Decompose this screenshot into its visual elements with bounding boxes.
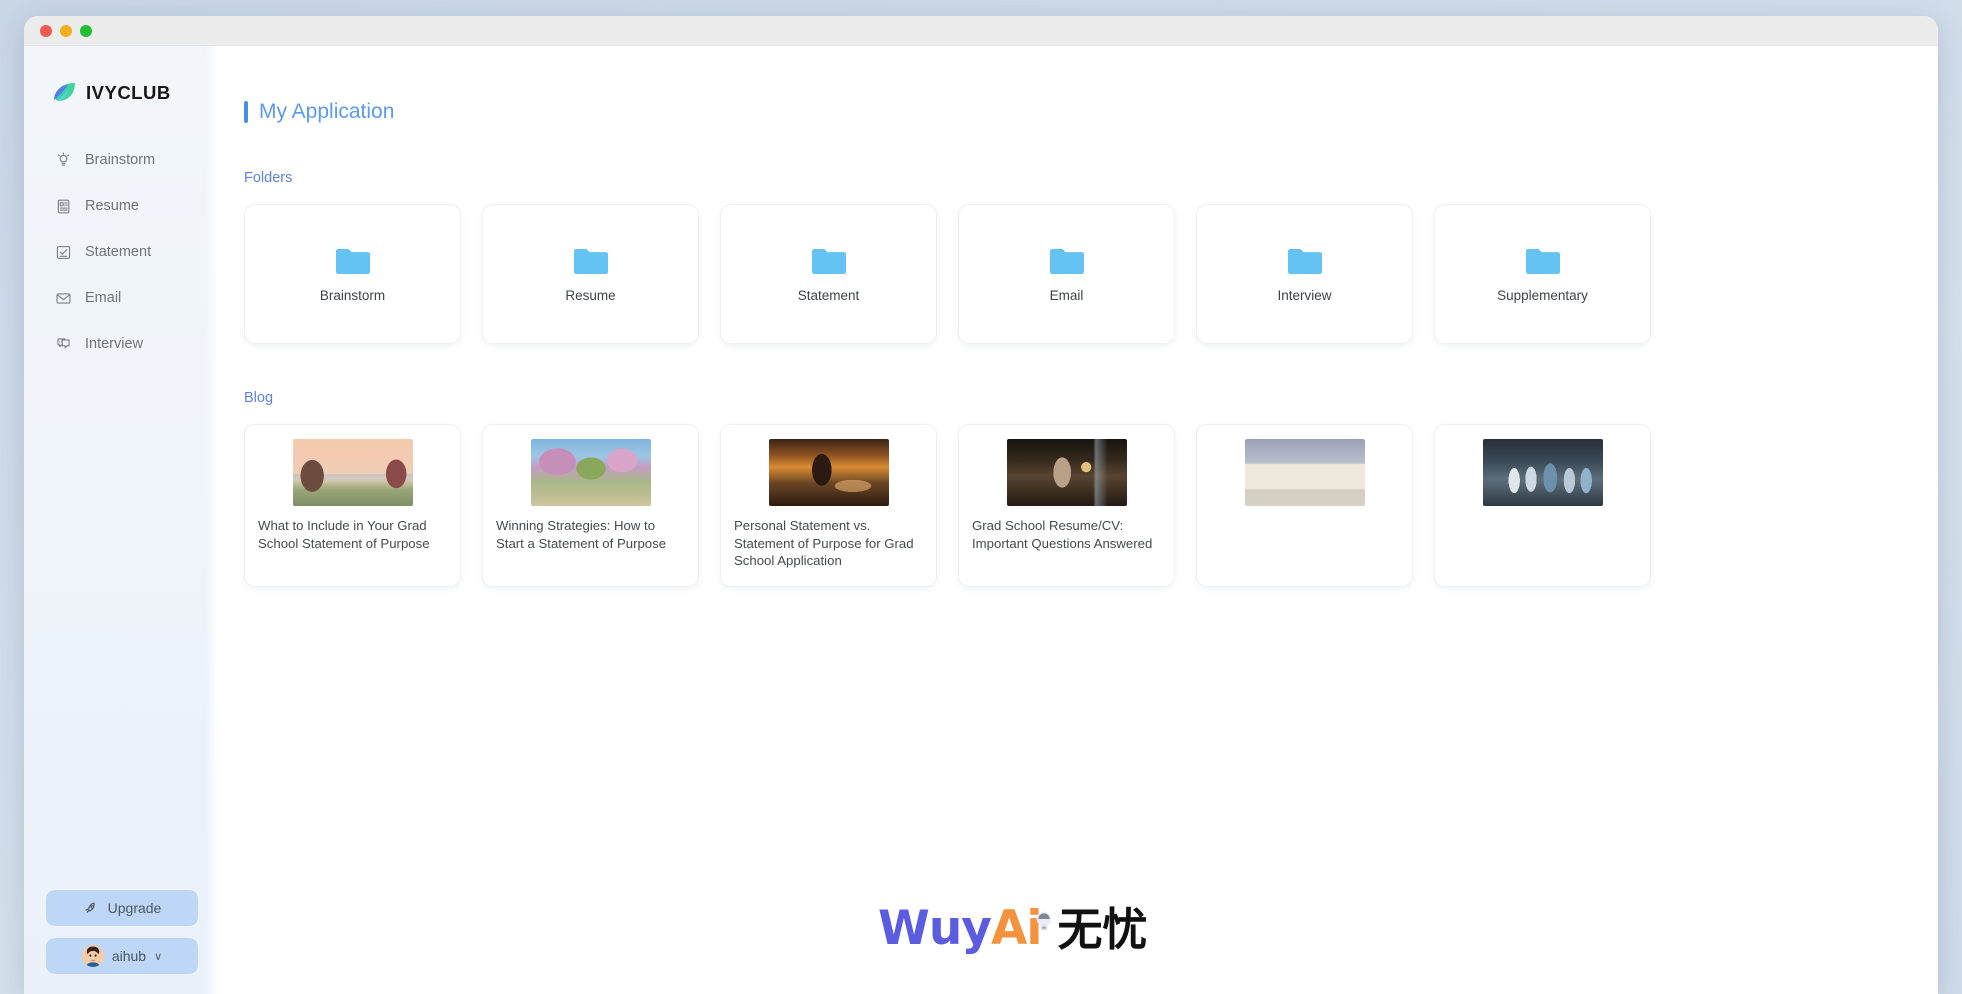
blog-card[interactable]: Grad School Resume/CV: Important Questio… — [958, 424, 1175, 587]
folder-name: Statement — [797, 287, 860, 303]
folder-card[interactable]: Email — [958, 204, 1175, 344]
folder-name: Email — [1049, 287, 1084, 303]
rocket-icon — [83, 900, 100, 917]
blog-card[interactable] — [1196, 424, 1413, 587]
folder-name: Interview — [1277, 287, 1332, 303]
title-accent-bar — [244, 101, 248, 123]
folder-icon — [573, 246, 609, 275]
blog-thumbnail — [1244, 439, 1365, 506]
page-title-text: My Application — [259, 100, 395, 123]
blog-thumbnail — [768, 439, 889, 506]
sidebar-nav: Brainstorm Resume Statement Email Interv… — [24, 144, 220, 360]
folder-card[interactable]: Supplementary — [1434, 204, 1651, 344]
blog-card[interactable]: Personal Statement vs. Statement of Purp… — [720, 424, 937, 587]
folder-icon — [811, 246, 847, 275]
blog-card[interactable]: Winning Strategies: How to Start a State… — [482, 424, 699, 587]
folder-icon — [1287, 246, 1323, 275]
sidebar-item-brainstorm[interactable]: Brainstorm — [24, 144, 220, 176]
chevron-down-icon: ∨ — [154, 950, 163, 963]
document-icon — [54, 197, 73, 216]
page-title: My Application — [220, 100, 1938, 124]
envelope-icon — [54, 289, 73, 308]
folder-card[interactable]: Interview — [1196, 204, 1413, 344]
blog-card[interactable] — [1434, 424, 1651, 587]
sidebar-item-label: Statement — [85, 244, 152, 260]
folders-grid: Brainstorm Resume Statement Email Interv… — [220, 204, 1938, 344]
blog-card[interactable]: What to Include in Your Grad School Stat… — [244, 424, 461, 587]
blog-thumbnail — [530, 439, 651, 506]
brand[interactable]: IVYCLUB — [24, 80, 220, 106]
main-content: My Application Folders Brainstorm Resume… — [220, 46, 1938, 994]
folder-name: Resume — [565, 287, 616, 303]
folder-icon — [335, 246, 371, 275]
folder-name: Supplementary — [1497, 287, 1588, 303]
sidebar-item-email[interactable]: Email — [24, 282, 220, 314]
sidebar-item-label: Email — [85, 290, 122, 306]
sidebar-item-interview[interactable]: Interview — [24, 328, 220, 360]
minimize-button[interactable] — [60, 24, 72, 37]
folder-card[interactable]: Brainstorm — [244, 204, 461, 344]
folder-icon — [1049, 246, 1085, 275]
lightbulb-icon — [54, 151, 73, 170]
sidebar-item-statement[interactable]: Statement — [24, 236, 220, 268]
blog-section-label: Blog — [244, 390, 274, 406]
checklist-icon — [54, 243, 73, 262]
close-button[interactable] — [40, 24, 52, 37]
app-body: IVYCLUB Brainstorm Resume Statement Emai… — [24, 46, 1938, 994]
folder-card[interactable]: Resume — [482, 204, 699, 344]
blog-title: Personal Statement vs. Statement of Purp… — [734, 518, 914, 568]
app-window: IVYCLUB Brainstorm Resume Statement Emai… — [24, 16, 1938, 994]
leaf-logo-icon — [52, 80, 78, 106]
folder-name: Brainstorm — [319, 287, 386, 303]
avatar — [81, 945, 104, 967]
blog-grid: What to Include in Your Grad School Stat… — [220, 424, 1938, 587]
folder-card[interactable]: Statement — [720, 204, 937, 344]
account-label: aihub — [111, 948, 147, 964]
blog-title: Grad School Resume/CV: Important Questio… — [972, 518, 1153, 551]
blog-thumbnail — [1482, 439, 1603, 506]
window-titlebar — [24, 16, 1938, 46]
upgrade-button[interactable]: Upgrade — [46, 890, 198, 926]
sidebar-item-label: Interview — [85, 336, 144, 352]
desktop-backdrop: IVYCLUB Brainstorm Resume Statement Emai… — [0, 0, 1962, 994]
sidebar: IVYCLUB Brainstorm Resume Statement Emai… — [24, 46, 220, 994]
brand-name: IVYCLUB — [86, 82, 171, 103]
sidebar-item-label: Resume — [85, 198, 139, 214]
sidebar-item-label: Brainstorm — [85, 152, 156, 168]
chat-bubbles-icon — [54, 335, 73, 354]
upgrade-label: Upgrade — [107, 900, 162, 916]
blog-thumbnail — [1006, 439, 1127, 506]
blog-thumbnail — [292, 439, 413, 506]
blog-title: What to Include in Your Grad School Stat… — [258, 518, 430, 551]
sidebar-item-resume[interactable]: Resume — [24, 190, 220, 222]
maximize-button[interactable] — [80, 24, 92, 37]
folder-icon — [1525, 246, 1561, 275]
folders-section-label: Folders — [244, 170, 293, 186]
account-button[interactable]: aihub ∨ — [46, 938, 198, 974]
sidebar-footer: Upgrade aihub ∨ — [24, 890, 220, 994]
blog-title: Winning Strategies: How to Start a State… — [496, 518, 667, 551]
